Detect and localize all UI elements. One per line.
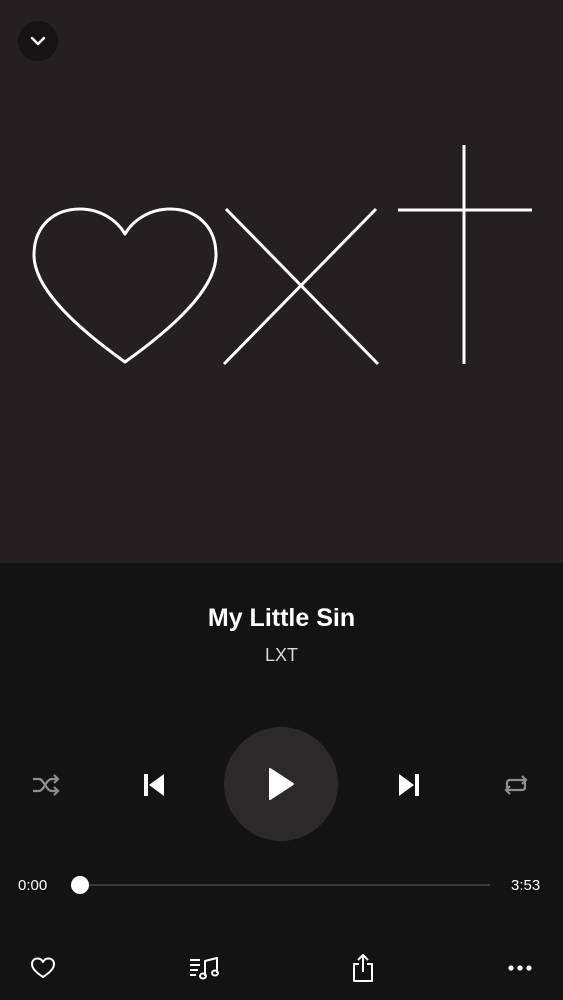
skip-previous-icon [144,774,164,796]
elapsed-time: 0:00 [18,877,48,894]
repeat-button[interactable] [496,767,536,803]
track-artist[interactable]: LXT [0,645,563,666]
play-icon [269,768,294,800]
play-button[interactable] [224,727,338,841]
total-duration: 3:53 [511,877,541,894]
shuffle-icon [33,774,60,796]
progress-knob[interactable] [71,876,89,894]
skip-next-icon [399,774,419,796]
now-playing-screen: My Little Sin LXT 0:00 3:53 [0,0,563,1000]
like-button[interactable] [26,952,60,984]
album-artwork [0,0,563,563]
share-button[interactable] [347,950,379,986]
heart-outline-icon [31,957,55,978]
more-horizontal-icon [508,965,532,971]
track-title: My Little Sin [207,604,356,632]
queue-button[interactable] [186,952,222,984]
chevron-down-icon [30,36,46,46]
shuffle-button[interactable] [26,767,66,803]
progress-slider[interactable] [71,876,490,894]
next-track-button[interactable] [389,765,429,805]
repeat-icon [504,775,528,795]
previous-track-button[interactable] [134,765,174,805]
more-options-button[interactable] [503,954,537,982]
share-icon [353,954,373,982]
lxt-logo-artwork [32,145,532,366]
queue-music-icon [190,957,219,980]
artwork-heart [32,207,218,364]
collapse-player-button[interactable] [18,21,58,61]
